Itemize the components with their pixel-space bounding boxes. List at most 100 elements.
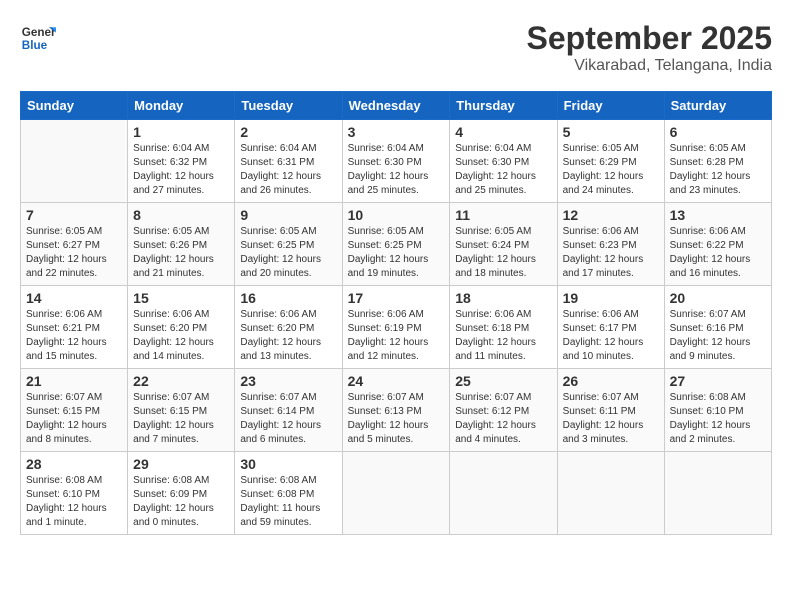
calendar-cell: 25 Sunrise: 6:07 AM Sunset: 6:12 PM Dayli… [450, 369, 557, 452]
calendar-cell: 30Sunrise: 6:08 AM Sunset: 6:08 PM Dayli… [235, 452, 342, 535]
day-detail: Sunrise: 6:07 AM Sunset: 6:11 PM Dayligh… [563, 391, 659, 447]
location-title: Vikarabad, Telangana, India [527, 57, 772, 75]
day-detail: Sunrise: 6:05 AM Sunset: 6:26 PM Dayligh… [133, 225, 229, 281]
column-header-thursday: Thursday [450, 92, 557, 120]
header-row: SundayMondayTuesdayWednesdayThursdayFrid… [21, 92, 772, 120]
calendar-cell: 17 Sunrise: 6:06 AM Sunset: 6:19 PM Dayli… [342, 286, 450, 369]
day-detail: Sunrise: 6:04 AM Sunset: 6:30 PM Dayligh… [348, 142, 445, 198]
column-header-saturday: Saturday [664, 92, 771, 120]
calendar-cell: 28 Sunrise: 6:08 AM Sunset: 6:10 PM Dayli… [21, 452, 128, 535]
day-detail: Sunrise: 6:06 AM Sunset: 6:19 PM Dayligh… [348, 308, 445, 364]
day-number: 28 [26, 456, 122, 472]
day-detail: Sunrise: 6:07 AM Sunset: 6:15 PM Dayligh… [133, 391, 229, 447]
day-number: 20 [670, 290, 766, 306]
day-number: 9 [240, 207, 336, 223]
day-detail: Sunrise: 6:06 AM Sunset: 6:22 PM Dayligh… [670, 225, 766, 281]
day-number: 17 [348, 290, 445, 306]
day-detail: Sunrise: 6:04 AM Sunset: 6:30 PM Dayligh… [455, 142, 551, 198]
day-number: 23 [240, 373, 336, 389]
calendar-cell: 11 Sunrise: 6:05 AM Sunset: 6:24 PM Dayli… [450, 203, 557, 286]
calendar-cell: 1Sunrise: 6:04 AM Sunset: 6:32 PM Daylig… [128, 120, 235, 203]
calendar-cell: 9Sunrise: 6:05 AM Sunset: 6:25 PM Daylig… [235, 203, 342, 286]
week-row-2: 7 Sunrise: 6:05 AM Sunset: 6:27 PM Daylig… [21, 203, 772, 286]
calendar-cell: 13 Sunrise: 6:06 AM Sunset: 6:22 PM Dayli… [664, 203, 771, 286]
day-detail: Sunrise: 6:05 AM Sunset: 6:27 PM Dayligh… [26, 225, 122, 281]
day-detail: Sunrise: 6:07 AM Sunset: 6:13 PM Dayligh… [348, 391, 445, 447]
day-detail: Sunrise: 6:07 AM Sunset: 6:12 PM Dayligh… [455, 391, 551, 447]
calendar-cell: 6 Sunrise: 6:05 AM Sunset: 6:28 PM Daylig… [664, 120, 771, 203]
day-detail: Sunrise: 6:05 AM Sunset: 6:29 PM Dayligh… [563, 142, 659, 198]
day-number: 6 [670, 124, 766, 140]
calendar-cell: 23 Sunrise: 6:07 AM Sunset: 6:14 PM Dayli… [235, 369, 342, 452]
day-number: 5 [563, 124, 659, 140]
calendar-cell: 16Sunrise: 6:06 AM Sunset: 6:20 PM Dayli… [235, 286, 342, 369]
day-detail: Sunrise: 6:06 AM Sunset: 6:17 PM Dayligh… [563, 308, 659, 364]
column-header-tuesday: Tuesday [235, 92, 342, 120]
page-header: General Blue September 2025 Vikarabad, T… [20, 20, 772, 75]
column-header-monday: Monday [128, 92, 235, 120]
week-row-1: 1Sunrise: 6:04 AM Sunset: 6:32 PM Daylig… [21, 120, 772, 203]
calendar-cell: 12 Sunrise: 6:06 AM Sunset: 6:23 PM Dayli… [557, 203, 664, 286]
day-detail: Sunrise: 6:04 AM Sunset: 6:31 PM Dayligh… [240, 142, 336, 198]
day-detail: Sunrise: 6:05 AM Sunset: 6:24 PM Dayligh… [455, 225, 551, 281]
day-detail: Sunrise: 6:08 AM Sunset: 6:08 PM Dayligh… [240, 474, 336, 530]
calendar-cell: 14 Sunrise: 6:06 AM Sunset: 6:21 PM Dayli… [21, 286, 128, 369]
week-row-3: 14 Sunrise: 6:06 AM Sunset: 6:21 PM Dayli… [21, 286, 772, 369]
calendar-cell: 18Sunrise: 6:06 AM Sunset: 6:18 PM Dayli… [450, 286, 557, 369]
day-detail: Sunrise: 6:06 AM Sunset: 6:20 PM Dayligh… [133, 308, 229, 364]
calendar-cell: 22 Sunrise: 6:07 AM Sunset: 6:15 PM Dayli… [128, 369, 235, 452]
day-number: 14 [26, 290, 122, 306]
column-header-friday: Friday [557, 92, 664, 120]
title-block: September 2025 Vikarabad, Telangana, Ind… [527, 20, 772, 75]
day-number: 29 [133, 456, 229, 472]
day-number: 18 [455, 290, 551, 306]
day-number: 26 [563, 373, 659, 389]
calendar-cell [557, 452, 664, 535]
calendar-cell: 19 Sunrise: 6:06 AM Sunset: 6:17 PM Dayli… [557, 286, 664, 369]
day-number: 21 [26, 373, 122, 389]
day-detail: Sunrise: 6:06 AM Sunset: 6:20 PM Dayligh… [240, 308, 336, 364]
day-detail: Sunrise: 6:06 AM Sunset: 6:23 PM Dayligh… [563, 225, 659, 281]
day-number: 12 [563, 207, 659, 223]
day-number: 4 [455, 124, 551, 140]
calendar-cell: 20 Sunrise: 6:07 AM Sunset: 6:16 PM Dayli… [664, 286, 771, 369]
calendar-cell: 26 Sunrise: 6:07 AM Sunset: 6:11 PM Dayli… [557, 369, 664, 452]
column-header-sunday: Sunday [21, 92, 128, 120]
day-number: 13 [670, 207, 766, 223]
day-detail: Sunrise: 6:07 AM Sunset: 6:14 PM Dayligh… [240, 391, 336, 447]
calendar-cell: 15Sunrise: 6:06 AM Sunset: 6:20 PM Dayli… [128, 286, 235, 369]
calendar-cell: 7 Sunrise: 6:05 AM Sunset: 6:27 PM Daylig… [21, 203, 128, 286]
calendar-cell: 8 Sunrise: 6:05 AM Sunset: 6:26 PM Daylig… [128, 203, 235, 286]
day-detail: Sunrise: 6:04 AM Sunset: 6:32 PM Dayligh… [133, 142, 229, 198]
day-number: 22 [133, 373, 229, 389]
day-number: 10 [348, 207, 445, 223]
calendar-cell [450, 452, 557, 535]
calendar-cell: 5 Sunrise: 6:05 AM Sunset: 6:29 PM Daylig… [557, 120, 664, 203]
day-detail: Sunrise: 6:07 AM Sunset: 6:16 PM Dayligh… [670, 308, 766, 364]
week-row-5: 28 Sunrise: 6:08 AM Sunset: 6:10 PM Dayli… [21, 452, 772, 535]
day-detail: Sunrise: 6:08 AM Sunset: 6:09 PM Dayligh… [133, 474, 229, 530]
day-detail: Sunrise: 6:08 AM Sunset: 6:10 PM Dayligh… [670, 391, 766, 447]
day-detail: Sunrise: 6:06 AM Sunset: 6:21 PM Dayligh… [26, 308, 122, 364]
calendar-cell: 27Sunrise: 6:08 AM Sunset: 6:10 PM Dayli… [664, 369, 771, 452]
day-detail: Sunrise: 6:07 AM Sunset: 6:15 PM Dayligh… [26, 391, 122, 447]
month-title: September 2025 [527, 20, 772, 57]
calendar-cell: 10Sunrise: 6:05 AM Sunset: 6:25 PM Dayli… [342, 203, 450, 286]
logo: General Blue [20, 20, 56, 56]
day-number: 7 [26, 207, 122, 223]
calendar-table: SundayMondayTuesdayWednesdayThursdayFrid… [20, 91, 772, 535]
day-number: 8 [133, 207, 229, 223]
day-number: 11 [455, 207, 551, 223]
calendar-cell: 24 Sunrise: 6:07 AM Sunset: 6:13 PM Dayli… [342, 369, 450, 452]
calendar-cell: 21 Sunrise: 6:07 AM Sunset: 6:15 PM Dayli… [21, 369, 128, 452]
calendar-cell: 2Sunrise: 6:04 AM Sunset: 6:31 PM Daylig… [235, 120, 342, 203]
week-row-4: 21 Sunrise: 6:07 AM Sunset: 6:15 PM Dayli… [21, 369, 772, 452]
day-number: 19 [563, 290, 659, 306]
day-detail: Sunrise: 6:05 AM Sunset: 6:28 PM Dayligh… [670, 142, 766, 198]
svg-text:Blue: Blue [22, 39, 48, 52]
day-detail: Sunrise: 6:08 AM Sunset: 6:10 PM Dayligh… [26, 474, 122, 530]
day-number: 24 [348, 373, 445, 389]
calendar-cell [342, 452, 450, 535]
day-number: 25 [455, 373, 551, 389]
calendar-cell: 3Sunrise: 6:04 AM Sunset: 6:30 PM Daylig… [342, 120, 450, 203]
